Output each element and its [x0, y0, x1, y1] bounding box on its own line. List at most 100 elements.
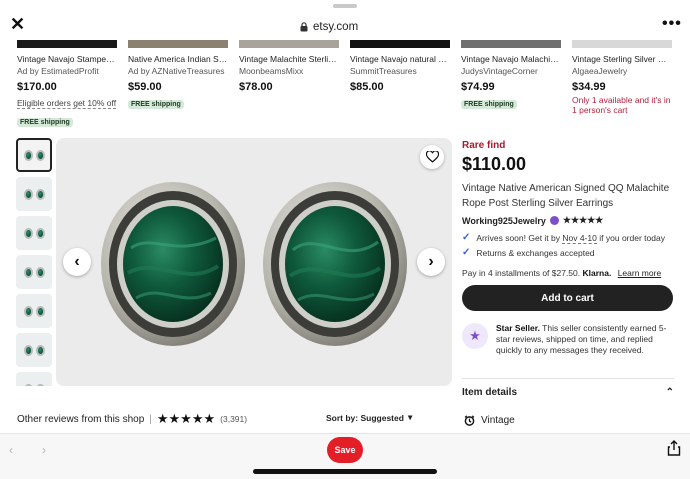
recommendation-thumbnail[interactable] — [128, 40, 228, 48]
check-icon: ✓ — [462, 232, 471, 243]
recommendation-price: $34.99 — [572, 81, 606, 93]
chevron-down-icon: ▾ — [407, 412, 413, 422]
reviews-stars: ★★★★★ — [156, 411, 216, 426]
installments-text: Pay in 4 installments of $27.50. — [462, 268, 581, 278]
back-icon[interactable]: ‹ — [9, 443, 13, 457]
gallery-thumbnail[interactable] — [16, 216, 52, 250]
favorite-button[interactable] — [420, 145, 444, 169]
add-to-cart-button[interactable]: Add to cart — [462, 285, 673, 311]
star-seller-icon: ★ — [462, 323, 488, 349]
recommendation-title[interactable]: Vintage Navajo Stamped ... — [17, 54, 117, 64]
recommendation-seller: JudysVintageCorner — [461, 66, 538, 76]
recommendation-seller: MoonbeamsMixx — [239, 66, 304, 76]
close-icon[interactable]: ✕ — [10, 15, 26, 33]
gallery-thumbnail[interactable] — [16, 177, 52, 211]
sort-dropdown[interactable]: Sort by: Suggested ▾ — [326, 412, 412, 423]
gallery-thumbnail[interactable] — [16, 333, 52, 367]
chevron-left-icon: ‹ — [74, 253, 80, 270]
forward-icon[interactable]: › — [42, 443, 46, 457]
recommendation-title[interactable]: Vintage Malachite Sterlin... — [239, 54, 339, 64]
klarna-logo: Klarna. — [582, 268, 612, 278]
delivery-prefix: Arrives soon! Get it by — [476, 232, 561, 243]
recommendation-price: $170.00 — [17, 81, 57, 93]
product-main-image[interactable] — [56, 138, 452, 386]
star-seller-badge-icon — [549, 216, 559, 225]
recommendation-title[interactable]: Vintage Navajo Malachite ... — [461, 54, 561, 64]
prev-image-button[interactable]: ‹ — [63, 248, 91, 276]
returns-text: Returns & exchanges accepted — [476, 247, 595, 258]
gallery-thumbnails[interactable] — [16, 138, 54, 386]
share-icon[interactable] — [667, 440, 681, 456]
recommendation-title[interactable]: Native America Indian Ste... — [128, 54, 228, 64]
left-earring — [101, 182, 245, 346]
vintage-label: Vintage — [481, 415, 515, 426]
reviews-label: Other reviews from this shop — [17, 413, 145, 425]
star-seller-title: Star Seller. — [496, 323, 540, 333]
learn-more-link[interactable]: Learn more — [618, 268, 661, 278]
shop-name-link[interactable]: Working925Jewelry — [462, 216, 546, 226]
free-shipping-badge: FREE shipping — [17, 118, 73, 127]
recommendation-price: $78.00 — [239, 81, 273, 93]
next-image-button[interactable]: › — [417, 248, 445, 276]
recommendation-card[interactable]: Vintage Sterling Silver So... AlgaeaJewe… — [572, 40, 672, 120]
recommendation-title[interactable]: Vintage Navajo natural m... — [350, 54, 450, 64]
gallery-thumbnail[interactable] — [16, 294, 52, 328]
lock-icon — [300, 22, 308, 32]
delivery-suffix: if you order today — [599, 232, 665, 243]
installments-info: Pay in 4 installments of $27.50. Klarna.… — [462, 268, 674, 278]
address-bar[interactable]: etsy.com — [300, 19, 358, 35]
returns-info: ✓ Returns & exchanges accepted — [462, 247, 674, 258]
free-shipping-badge: FREE shipping — [128, 100, 184, 109]
low-stock-notice: Only 1 available and it's in 1 person's … — [572, 95, 671, 115]
recommendation-card[interactable]: Vintage Navajo Stamped ... Ad by Estimat… — [17, 40, 117, 127]
recommendation-price: $59.00 — [128, 81, 162, 93]
check-icon: ✓ — [462, 247, 471, 258]
recommendation-thumbnail[interactable] — [17, 40, 117, 48]
item-details-header[interactable]: Item details ⌃ — [462, 387, 674, 398]
section-divider — [462, 378, 674, 379]
star-seller-description: Star Seller. This seller consistently ea… — [496, 323, 674, 356]
recommendation-card[interactable]: Native America Indian Ste... Ad by AZNat… — [128, 40, 228, 120]
star-seller-info: ★ Star Seller. This seller consistently … — [462, 323, 674, 356]
recommendation-thumbnail[interactable] — [239, 40, 339, 48]
reviews-separator: | — [149, 413, 152, 425]
browser-top-bar: ✕ etsy.com ••• — [0, 0, 690, 40]
shop-row: Working925Jewelry ★★★★★ — [462, 215, 674, 226]
gallery-thumbnail[interactable] — [16, 372, 52, 386]
sort-label: Sort by: Suggested — [326, 412, 404, 423]
recommendation-card[interactable]: Vintage Malachite Sterlin... MoonbeamsMi… — [239, 40, 339, 120]
recommendation-seller: SummitTreasures — [350, 66, 417, 76]
window-grabber[interactable] — [333, 4, 357, 8]
earrings-photo — [101, 182, 407, 346]
rare-find-label: Rare find — [462, 140, 506, 151]
shop-reviews-header: Other reviews from this shop | ★★★★★ (3,… — [17, 411, 247, 427]
chevron-right-icon: › — [428, 253, 434, 270]
url-text: etsy.com — [313, 21, 359, 33]
recommendation-title[interactable]: Vintage Sterling Silver So... — [572, 54, 672, 64]
more-icon[interactable]: ••• — [662, 16, 682, 32]
recommendation-seller: Ad by EstimatedProfit — [17, 66, 99, 76]
delivery-estimate: ✓ Arrives soon! Get it by Nov 4-10 if yo… — [462, 232, 674, 244]
recommendation-seller: Ad by AZNativeTreasures — [128, 66, 225, 76]
product-info-panel: Rare find $110.00 Vintage Native America… — [462, 140, 674, 356]
recommendation-promo: Eligible orders get 10% off — [17, 98, 117, 109]
recommendation-card[interactable]: Vintage Navajo natural m... SummitTreasu… — [350, 40, 450, 120]
home-indicator[interactable] — [253, 469, 437, 474]
recommendation-card[interactable]: Vintage Navajo Malachite ... JudysVintag… — [461, 40, 561, 120]
recommendation-price: $74.99 — [461, 81, 495, 93]
recommendation-thumbnail[interactable] — [461, 40, 561, 48]
gallery-thumbnail-selected[interactable] — [16, 138, 52, 172]
delivery-dates[interactable]: Nov 4-10 — [562, 232, 597, 244]
recommendation-thumbnail[interactable] — [350, 40, 450, 48]
recommendation-thumbnail[interactable] — [572, 40, 672, 48]
free-shipping-badge: FREE shipping — [461, 100, 517, 109]
gallery-thumbnail[interactable] — [16, 255, 52, 289]
shop-rating-stars[interactable]: ★★★★★ — [563, 215, 603, 226]
product-title: Vintage Native American Signed QQ Malach… — [462, 183, 670, 209]
vintage-detail: Vintage — [464, 415, 515, 426]
save-button[interactable]: Save — [327, 437, 363, 463]
product-price: $110.00 — [462, 154, 527, 174]
item-details-label: Item details — [462, 387, 518, 398]
browser-window: ✕ etsy.com ••• Vintage Navajo Stamped ..… — [0, 0, 690, 479]
clock-icon — [464, 415, 475, 426]
